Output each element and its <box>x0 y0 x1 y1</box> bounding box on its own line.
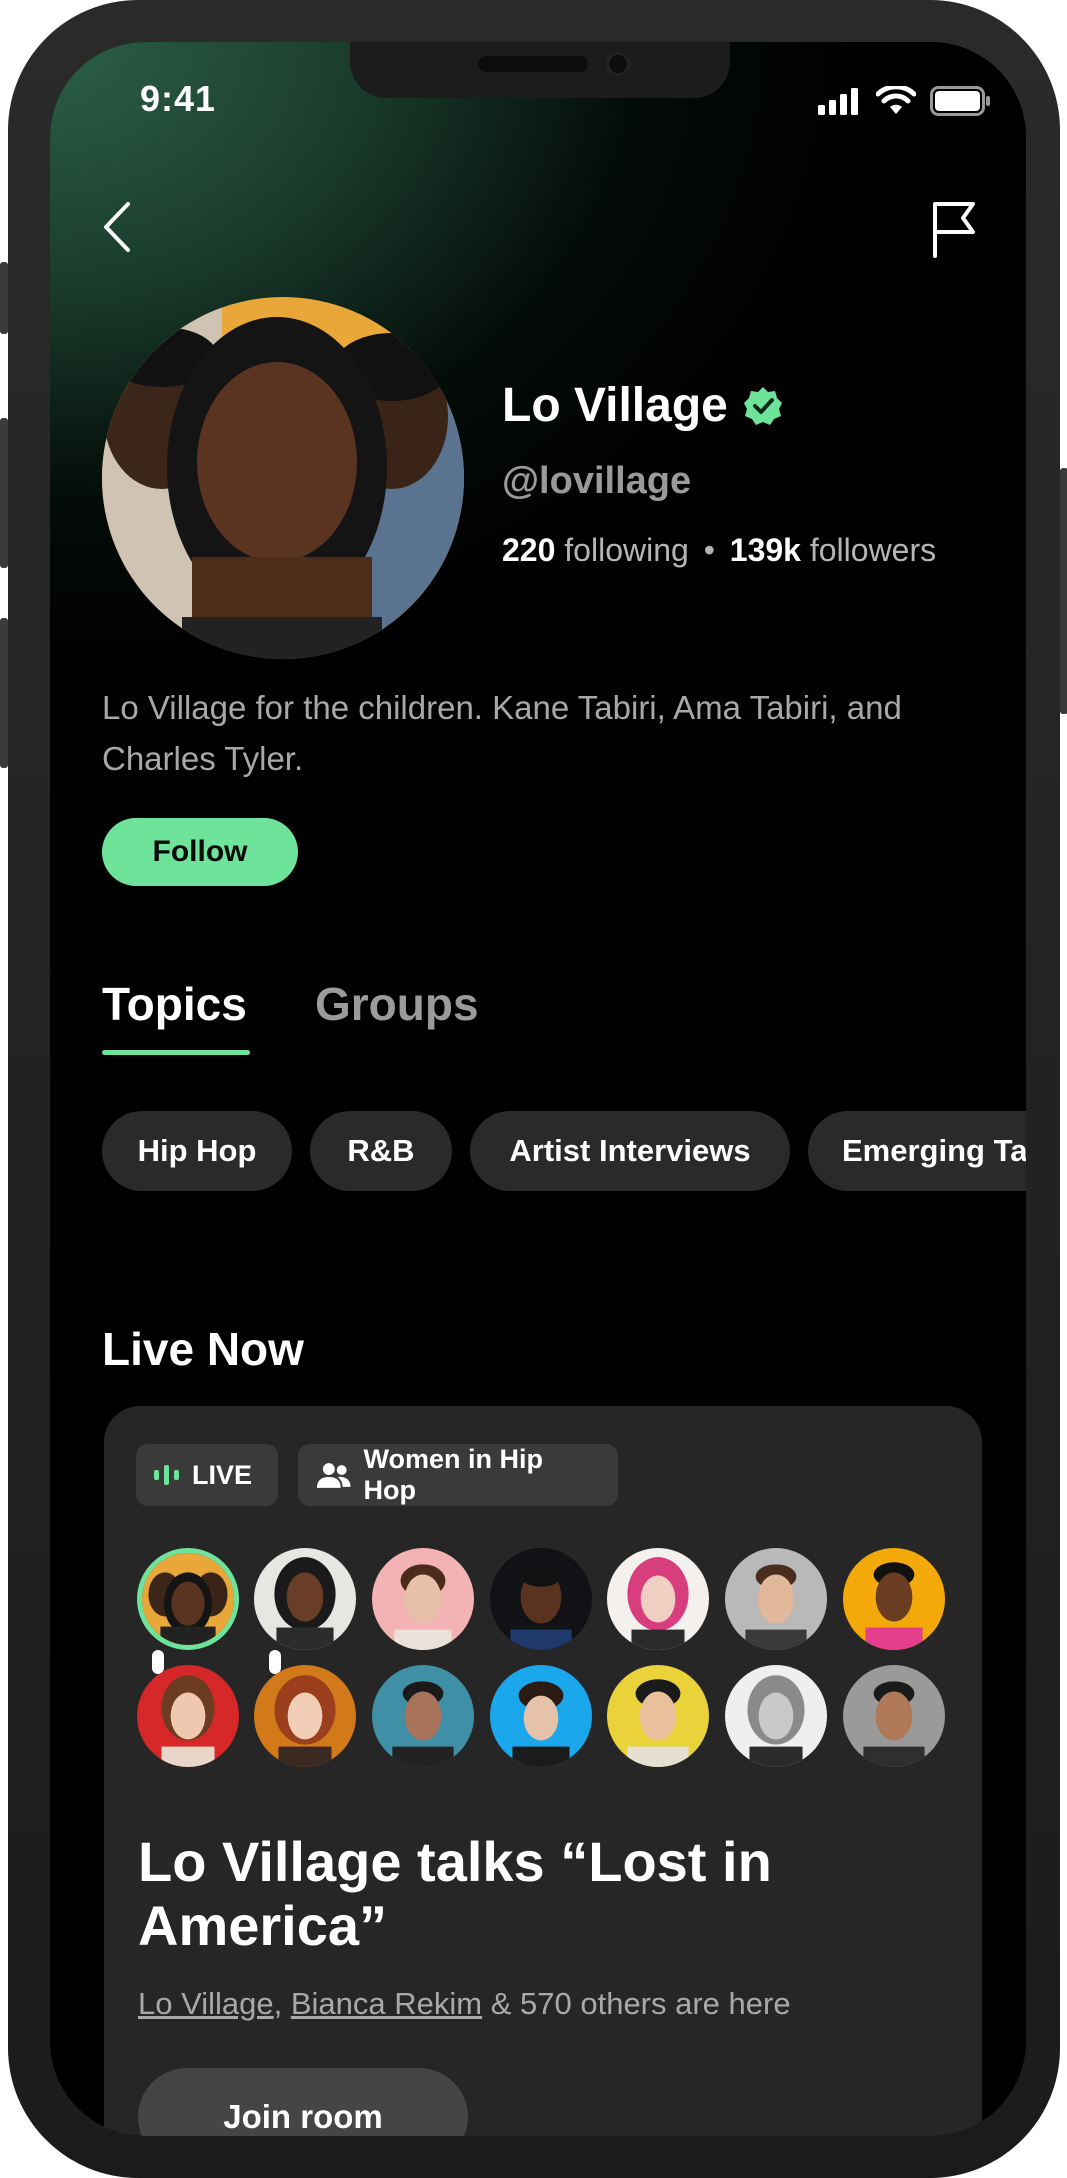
front-camera <box>606 52 630 76</box>
phone-side-button <box>0 418 8 568</box>
listener-avatar[interactable] <box>490 1665 592 1767</box>
live-bars-icon <box>154 1465 179 1485</box>
join-room-button[interactable]: Join room <box>138 2068 468 2136</box>
phone-side-button <box>0 618 8 768</box>
profile-bio: Lo Village for the children. Kane Tabiri… <box>102 689 902 777</box>
participant-link[interactable]: Lo Village <box>138 1986 274 2021</box>
listener-avatar[interactable] <box>725 1665 827 1767</box>
participant-link[interactable]: Bianca Rekim <box>291 1986 482 2021</box>
group-badge[interactable]: Women in Hip Hop <box>298 1444 618 1506</box>
listener-avatar[interactable] <box>254 1665 356 1767</box>
speaker-avatar[interactable] <box>137 1548 239 1650</box>
followers-label[interactable]: followers <box>810 532 936 568</box>
profile-avatar <box>102 297 464 659</box>
status-time: 9:41 <box>140 78 217 119</box>
group-people-icon <box>316 1463 351 1488</box>
profile-stats: 220 following • 139k followers <box>502 532 936 569</box>
profile-name-text: Lo Village <box>502 379 728 432</box>
listener-avatar[interactable] <box>490 1548 592 1650</box>
phone-side-button <box>1060 468 1067 714</box>
live-label: LIVE <box>192 1459 253 1490</box>
group-label: Women in Hip Hop <box>363 1444 544 1505</box>
app-screen: 9:41 Lo Village @lovillage 220 following… <box>50 42 1026 2136</box>
followers-count: 139k <box>729 532 801 568</box>
listener-avatar[interactable] <box>843 1665 945 1767</box>
room-title[interactable]: Lo Village talks “Lost in America” <box>138 1830 938 1958</box>
topic-chip[interactable]: Artist Interviews <box>470 1111 790 1191</box>
flag-icon[interactable] <box>925 192 985 262</box>
listener-avatar[interactable] <box>725 1548 827 1650</box>
profile-handle: @lovillage <box>502 460 692 502</box>
wifi-icon <box>876 86 916 114</box>
speaker-avatar[interactable] <box>254 1548 356 1650</box>
topic-chip[interactable]: R&B <box>310 1111 452 1191</box>
stats-separator: • <box>703 532 715 568</box>
phone-side-button <box>0 262 8 334</box>
listener-avatar[interactable] <box>607 1665 709 1767</box>
participant-separator: , <box>273 1986 283 2021</box>
listener-avatar[interactable] <box>607 1548 709 1650</box>
listener-avatar[interactable] <box>372 1548 474 1650</box>
verified-badge-icon <box>743 386 782 425</box>
active-tab-indicator <box>102 1050 250 1055</box>
phone-notch <box>350 42 730 98</box>
listener-avatar[interactable] <box>843 1548 945 1650</box>
follow-button[interactable]: Follow <box>102 818 298 886</box>
battery-icon <box>930 86 990 116</box>
live-now-heading: Live Now <box>102 1323 304 1375</box>
speaker-grill <box>478 56 588 72</box>
status-icons <box>818 86 992 116</box>
back-chevron-icon[interactable] <box>90 192 140 262</box>
tab-groups[interactable]: Groups <box>315 977 479 1031</box>
following-label[interactable]: following <box>564 532 689 568</box>
topic-chip[interactable]: Emerging Talent <box>808 1111 1026 1191</box>
room-participants: Lo Village, Bianca Rekim & 570 others ar… <box>138 1986 791 2022</box>
signal-icon <box>818 88 858 115</box>
phone-frame: 9:41 Lo Village @lovillage 220 following… <box>0 0 1067 2178</box>
live-room-card[interactable] <box>104 1406 982 2136</box>
live-badge: LIVE <box>136 1444 278 1506</box>
following-count: 220 <box>502 532 556 568</box>
profile-name: Lo Village <box>502 378 784 433</box>
topics-chip-row: Hip Hop R&B Artist Interviews Emerging T… <box>102 1111 1026 1191</box>
listener-avatar[interactable] <box>372 1665 474 1767</box>
tab-topics[interactable]: Topics <box>102 977 247 1031</box>
listener-avatar[interactable] <box>137 1665 239 1767</box>
topic-chip[interactable]: Hip Hop <box>102 1111 292 1191</box>
others-count-text: & 570 others are here <box>482 1986 791 2021</box>
